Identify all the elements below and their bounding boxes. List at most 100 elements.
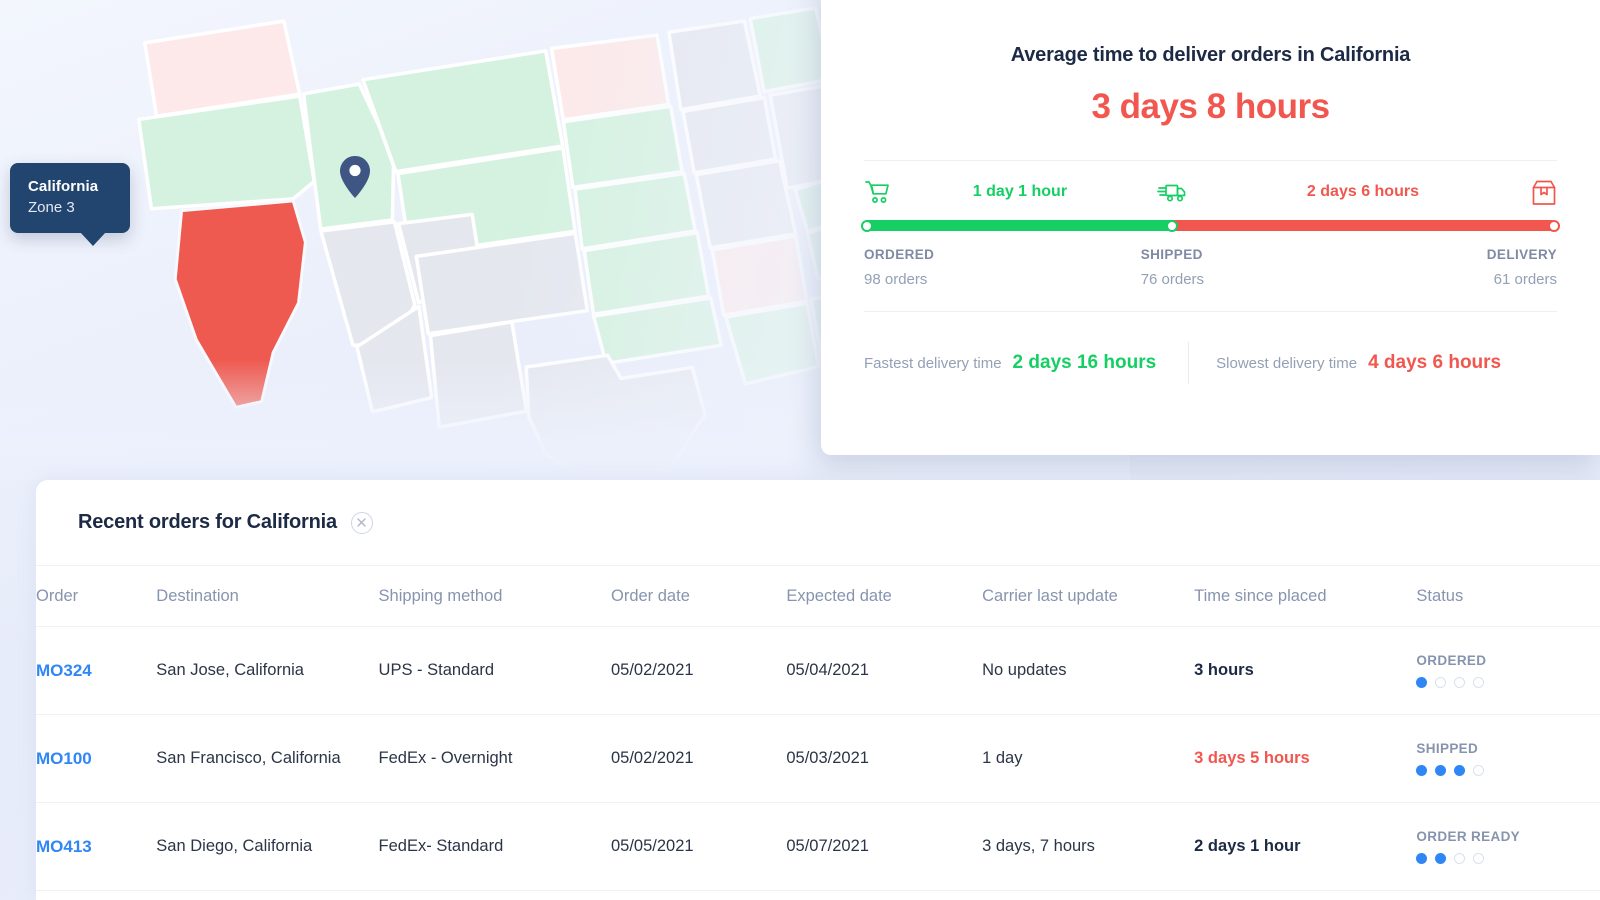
status-dot bbox=[1473, 853, 1485, 864]
delivery-progress-bar[interactable] bbox=[861, 219, 1560, 232]
status-dot bbox=[1435, 853, 1447, 864]
cell-expected-date: 05/07/2021 bbox=[786, 802, 983, 891]
timeline-step-ordered: ORDERED 98 orders bbox=[864, 247, 934, 288]
status-dot bbox=[1435, 765, 1447, 776]
status-badge: ORDERED bbox=[1416, 653, 1600, 688]
cell-order-date: 05/05/2021 bbox=[611, 802, 787, 891]
cell-order: MO324 bbox=[36, 626, 157, 715]
status-dot bbox=[1416, 677, 1428, 688]
close-icon[interactable] bbox=[350, 511, 373, 534]
cell-shipping-method: UPS - Standard bbox=[378, 626, 611, 715]
recent-orders-header: Recent orders for California bbox=[36, 480, 1600, 565]
timeline-icon-row: 1 day 1 hour 2 days 6 hours bbox=[864, 179, 1557, 209]
status-badge: SHIPPED bbox=[1416, 741, 1600, 776]
cell-shipping-method: FedEx - Overnight bbox=[378, 714, 611, 803]
status-dot bbox=[1416, 853, 1428, 864]
cell-carrier-update: No updates bbox=[982, 626, 1195, 715]
cell-destination: San Diego, California bbox=[156, 802, 379, 891]
column-header-destination[interactable]: Destination bbox=[156, 565, 379, 627]
order-link[interactable]: MO413 bbox=[36, 837, 92, 856]
progress-knob-shipped[interactable] bbox=[1166, 219, 1179, 232]
cell-status: ORDERED bbox=[1416, 626, 1600, 715]
map-tooltip-california: California Zone 3 bbox=[10, 163, 130, 246]
location-pin-icon[interactable] bbox=[338, 154, 372, 200]
status-progress-dots bbox=[1416, 677, 1600, 688]
status-dot bbox=[1473, 677, 1485, 688]
status-dot bbox=[1454, 677, 1466, 688]
recent-orders-card: Recent orders for California Order Desti… bbox=[36, 480, 1600, 900]
cell-destination: San Francisco, California bbox=[156, 714, 379, 803]
column-header-expected[interactable]: Expected date bbox=[786, 565, 983, 627]
delivery-extremes: Fastest delivery time 2 days 16 hours Sl… bbox=[864, 312, 1557, 384]
cell-carrier-update: 3 days, 7 hours bbox=[982, 802, 1195, 891]
slowest-delivery: Slowest delivery time 4 days 6 hours bbox=[1216, 352, 1501, 374]
slowest-delivery-label: Slowest delivery time bbox=[1216, 355, 1358, 372]
cell-status: ORDER READY bbox=[1416, 802, 1600, 891]
step-count: 76 orders bbox=[1140, 271, 1205, 288]
cell-order-date: 05/02/2021 bbox=[611, 626, 787, 715]
cell-time-since-placed: 2 days 1 hour bbox=[1194, 802, 1417, 891]
delivery-timeline: 1 day 1 hour 2 days 6 hours ORDERED 98 o… bbox=[861, 161, 1560, 305]
cell-status: SHIPPED bbox=[1416, 714, 1600, 803]
timeline-segment-2-label: 2 days 6 hours bbox=[1306, 183, 1419, 200]
tooltip-zone: Zone 3 bbox=[28, 199, 75, 216]
status-dot bbox=[1473, 765, 1485, 776]
timeline-segment-1-label: 1 day 1 hour bbox=[972, 183, 1068, 200]
table-header-row: Order Destination Shipping method Order … bbox=[36, 565, 1600, 627]
orders-table-body: MO324 San Jose, California UPS - Standard 0… bbox=[36, 626, 1600, 891]
cell-expected-date: 05/04/2021 bbox=[786, 626, 983, 715]
table-row[interactable]: MO413 San Diego, California FedEx- Standar… bbox=[36, 802, 1600, 891]
progress-knob-delivery[interactable] bbox=[1548, 219, 1560, 232]
status-dot bbox=[1454, 853, 1466, 864]
cell-time-since-placed: 3 days 5 hours bbox=[1194, 714, 1417, 803]
order-link[interactable]: MO100 bbox=[36, 749, 92, 768]
package-bag-icon bbox=[1531, 179, 1557, 212]
timeline-steps: ORDERED 98 orders SHIPPED 76 orders DELI… bbox=[864, 247, 1557, 305]
cell-order: MO100 bbox=[36, 714, 157, 803]
timeline-step-shipped: SHIPPED 76 orders bbox=[1141, 247, 1204, 288]
column-header-carrier[interactable]: Carrier last update bbox=[982, 565, 1195, 627]
cell-destination: San Jose, California bbox=[156, 626, 379, 715]
slowest-delivery-value: 4 days 6 hours bbox=[1368, 352, 1502, 373]
cell-expected-date: 05/03/2021 bbox=[786, 714, 983, 803]
step-count: 98 orders bbox=[864, 271, 928, 288]
column-header-time-placed[interactable]: Time since placed bbox=[1194, 565, 1417, 627]
app-root: California Zone 3 Average time to delive… bbox=[0, 0, 1600, 900]
status-label: ORDER READY bbox=[1416, 829, 1521, 844]
column-header-order[interactable]: Order bbox=[36, 565, 157, 627]
cell-order-date: 05/02/2021 bbox=[611, 714, 787, 803]
step-label: DELIVERY bbox=[1486, 247, 1557, 262]
column-header-shipping[interactable]: Shipping method bbox=[378, 565, 611, 627]
status-label: SHIPPED bbox=[1416, 741, 1479, 756]
cell-shipping-method: FedEx- Standard bbox=[378, 802, 611, 891]
progress-segment-ordered-to-shipped bbox=[864, 220, 1173, 231]
page-title: Recent orders for California bbox=[78, 511, 337, 533]
status-dot bbox=[1454, 765, 1466, 776]
cell-order: MO413 bbox=[36, 802, 157, 891]
footer-separator bbox=[1188, 342, 1190, 384]
status-badge: ORDER READY bbox=[1416, 829, 1600, 864]
timeline-step-delivery: DELIVERY 61 orders bbox=[1487, 247, 1557, 288]
status-dot bbox=[1435, 677, 1447, 688]
table-row[interactable]: MO100 San Francisco, California FedEx - Ov… bbox=[36, 714, 1600, 803]
orders-table: Order Destination Shipping method Order … bbox=[36, 565, 1600, 891]
status-dot bbox=[1416, 765, 1428, 776]
status-progress-dots bbox=[1416, 853, 1600, 864]
step-label: SHIPPED bbox=[1140, 247, 1203, 262]
fastest-delivery-label: Fastest delivery time bbox=[864, 355, 1002, 372]
column-header-status[interactable]: Status bbox=[1416, 565, 1600, 627]
progress-knob-ordered[interactable] bbox=[861, 219, 873, 232]
tooltip-state-name: California bbox=[28, 178, 99, 195]
shopping-cart-icon bbox=[864, 179, 890, 210]
order-link[interactable]: MO324 bbox=[36, 661, 92, 680]
status-label: ORDERED bbox=[1416, 653, 1487, 668]
average-delivery-time: 3 days 8 hours bbox=[1091, 87, 1330, 126]
delivery-summary-card: Average time to deliver orders in Califo… bbox=[821, 0, 1600, 455]
table-row[interactable]: MO324 San Jose, California UPS - Standard 0… bbox=[36, 626, 1600, 715]
column-header-order-date[interactable]: Order date bbox=[611, 565, 787, 627]
step-count: 61 orders bbox=[1493, 271, 1557, 288]
tooltip-arrow bbox=[80, 232, 106, 246]
cell-carrier-update: 1 day bbox=[982, 714, 1195, 803]
fastest-delivery: Fastest delivery time 2 days 16 hours bbox=[864, 352, 1156, 374]
delivery-truck-icon bbox=[1157, 179, 1187, 210]
